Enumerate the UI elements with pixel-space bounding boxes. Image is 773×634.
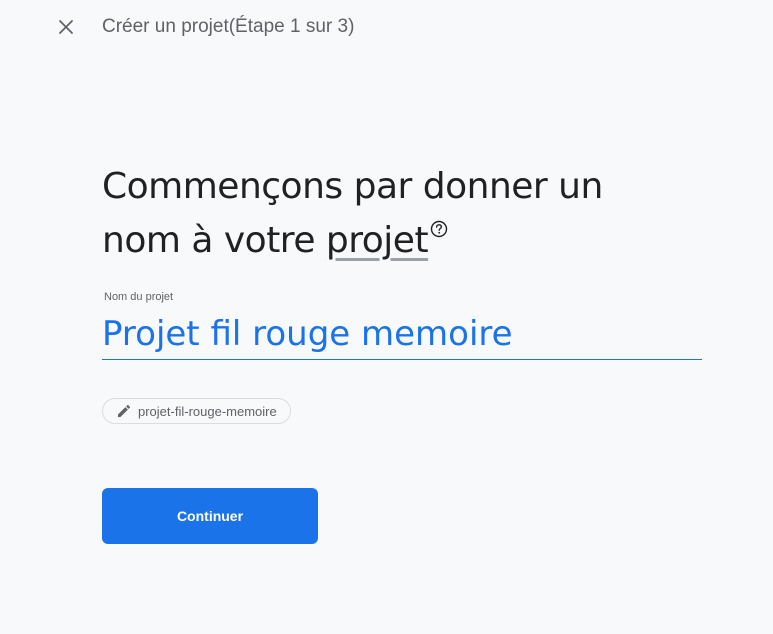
continue-button[interactable]: Continuer	[102, 488, 318, 544]
step-title: Créer un projet(Étape 1 sur 3)	[102, 16, 355, 37]
top-bar: Créer un projet(Étape 1 sur 3)	[0, 0, 773, 56]
create-project-page: Créer un projet(Étape 1 sur 3) Commençon…	[0, 0, 773, 634]
project-name-label: Nom du projet	[104, 291, 174, 303]
project-name-input[interactable]	[102, 308, 702, 360]
close-icon	[59, 20, 73, 34]
pencil-icon	[118, 404, 131, 417]
help-circle-icon[interactable]	[430, 220, 448, 238]
project-term-link[interactable]: projet	[326, 220, 429, 261]
project-id-text: projet-fil-rouge-memoire	[138, 403, 277, 419]
close-button[interactable]	[54, 15, 78, 39]
project-id-chip[interactable]: projet-fil-rouge-memoire	[102, 398, 291, 424]
page-heading: Commençons par donner un nom à votre pro…	[102, 160, 662, 268]
